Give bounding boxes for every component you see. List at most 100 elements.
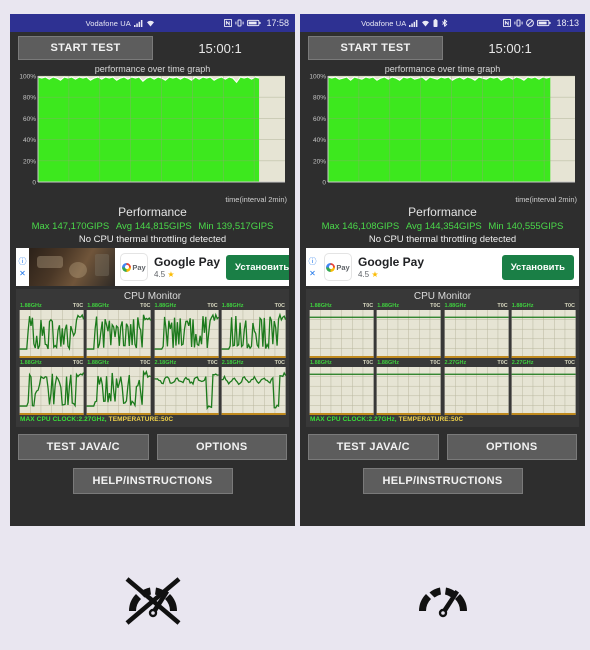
close-icon[interactable]: ✕ bbox=[309, 269, 316, 278]
throttling-note: No CPU thermal throttling detected bbox=[78, 234, 227, 245]
ad-badges: ⓘ ✕ bbox=[306, 248, 319, 286]
help-instructions-button[interactable]: HELP/INSTRUCTIONS bbox=[72, 468, 233, 494]
temperature-label: TEMPERATURE:50C bbox=[108, 416, 174, 423]
cpu-core-frequency: 1.88GHz bbox=[377, 360, 399, 366]
cpu-core-sparkline bbox=[221, 310, 286, 358]
wifi-icon bbox=[146, 19, 155, 27]
cpu-core-temperature: T0C bbox=[497, 360, 508, 366]
performance-graph: performance over time graph 0 20% 40% 60% 80… bbox=[306, 64, 579, 204]
ad-icon-label: Pay bbox=[132, 262, 146, 272]
cpu-core-7: 2.18GHz T0C bbox=[221, 360, 286, 415]
vibrate-icon bbox=[235, 19, 245, 27]
cpu-core-temperature: T0C bbox=[564, 360, 575, 366]
cpu-core-header: 1.88GHz T0C bbox=[309, 360, 374, 367]
cpu-core-frequency: 1.88GHz bbox=[511, 303, 534, 309]
graph-x-axis-label: time(interval 2min) bbox=[225, 195, 287, 204]
avg-gips-label: Avg 144,354GIPS bbox=[405, 221, 482, 232]
action-button-row: TEST JAVA/C OPTIONS bbox=[18, 434, 287, 460]
svg-text:80%: 80% bbox=[23, 95, 36, 102]
ad-rating: 4.5 ★ bbox=[154, 269, 220, 280]
options-button[interactable]: OPTIONS bbox=[156, 434, 287, 460]
info-icon[interactable]: ⓘ bbox=[19, 256, 27, 267]
star-icon: ★ bbox=[167, 269, 175, 279]
cpu-monitor-panel: CPU Monitor 1.88GHz T0C 1.88GHz T0C 1.88GHz T… bbox=[306, 289, 579, 427]
cpu-monitor-panel: CPU Monitor 1.88GHz T0C 1.88GHz T0C 1.88GHz T… bbox=[16, 289, 289, 427]
cpu-core-2: 1.88GHz T0C bbox=[444, 303, 509, 358]
ad-body[interactable]: Pay Google Pay 4.5 ★ Установить bbox=[115, 248, 289, 286]
cpu-monitor-footer: MAX CPU CLOCK:2.27GHz, TEMPERATURE:50C bbox=[19, 415, 286, 425]
graph-x-axis-label: time(interval 2min) bbox=[515, 195, 577, 204]
cpu-core-1: 1.88GHz T0C bbox=[376, 303, 441, 358]
cpu-core-temperature: T0C bbox=[207, 303, 218, 309]
cpu-core-sparkline bbox=[221, 367, 286, 415]
cpu-core-temperature: T0C bbox=[497, 303, 508, 309]
help-instructions-button[interactable]: HELP/INSTRUCTIONS bbox=[362, 468, 523, 494]
ad-rating: 4.5 ★ bbox=[358, 269, 496, 280]
battery-small-icon bbox=[433, 19, 438, 27]
max-cpu-clock-label: MAX CPU CLOCK:2.27GHz, bbox=[310, 416, 397, 423]
start-test-button[interactable]: START TEST bbox=[308, 36, 443, 60]
cpu-core-header: 2.18GHz T0C bbox=[221, 360, 286, 367]
cpu-core-sparkline bbox=[444, 310, 509, 358]
ad-thumbnail bbox=[29, 248, 115, 286]
status-bar-left: Vodafone UA bbox=[306, 19, 503, 28]
cpu-core-header: 2.18GHz T0C bbox=[154, 360, 219, 367]
cpu-core-0: 1.88GHz T0C bbox=[309, 303, 374, 358]
svg-text:80%: 80% bbox=[313, 95, 326, 102]
test-java-c-button[interactable]: TEST JAVA/C bbox=[18, 434, 149, 460]
cpu-core-frequency: 1.88GHz bbox=[20, 360, 42, 366]
cpu-core-temperature: T0C bbox=[72, 303, 84, 309]
cpu-core-header: 1.88GHz T0C bbox=[19, 360, 84, 367]
action-button-row: TEST JAVA/C OPTIONS bbox=[308, 434, 577, 460]
test-java-c-button[interactable]: TEST JAVA/C bbox=[308, 434, 439, 460]
ad-banner[interactable]: ⓘ ✕ Pay Google Pay 4.5 ★ Установить bbox=[306, 248, 579, 286]
cpu-core-grid: 1.88GHz T0C 1.88GHz T0C 1.88GHz T0C 1.88GHz T0C… bbox=[309, 303, 576, 415]
ad-badges: ⓘ ✕ bbox=[16, 248, 29, 286]
carrier-label: Vodafone UA bbox=[361, 18, 407, 28]
carrier-label: Vodafone UA bbox=[85, 18, 131, 28]
info-icon[interactable]: ⓘ bbox=[309, 256, 317, 267]
avg-gips-label: Avg 144,815GIPS bbox=[115, 221, 192, 232]
ad-text: Google Pay 4.5 ★ bbox=[154, 255, 220, 280]
cpu-core-header: 1.88GHz T0C bbox=[444, 303, 509, 310]
cpu-core-sparkline bbox=[511, 367, 576, 415]
cpu-core-header: 1.88GHz T0C bbox=[309, 303, 374, 310]
ad-icon-label: Pay bbox=[336, 262, 350, 272]
status-bar-right: 17:58 bbox=[224, 18, 289, 28]
cpu-core-header: 1.88GHz T0C bbox=[154, 303, 219, 310]
cpu-core-header: 1.88GHz T0C bbox=[511, 303, 576, 310]
ad-install-button[interactable]: Установить bbox=[226, 254, 289, 280]
performance-stats: Max 146,108GIPS Avg 144,354GIPS Min 140,… bbox=[300, 220, 585, 233]
cpu-core-temperature: T0C bbox=[362, 303, 374, 309]
close-icon[interactable]: ✕ bbox=[19, 269, 26, 278]
ad-body[interactable]: Pay Google Pay 4.5 ★ Установить bbox=[319, 248, 579, 286]
ad-banner[interactable]: ⓘ ✕ Pay Google Pay 4.5 ★ Установить bbox=[16, 248, 289, 286]
start-test-button[interactable]: START TEST bbox=[18, 36, 153, 60]
ad-title: Google Pay bbox=[358, 254, 425, 269]
cpu-core-frequency: 2.27GHz bbox=[444, 360, 467, 366]
vibrate-icon bbox=[514, 19, 524, 27]
cpu-core-frequency: 2.18GHz bbox=[221, 360, 244, 366]
temperature-label: TEMPERATURE:50C bbox=[398, 416, 464, 423]
signal-bars-icon bbox=[409, 19, 418, 27]
status-bar-right: 18:13 bbox=[503, 18, 579, 28]
help-button-row: HELP/INSTRUCTIONS bbox=[10, 468, 295, 494]
help-button-row: HELP/INSTRUCTIONS bbox=[300, 468, 585, 494]
cpu-core-temperature: T0C bbox=[72, 360, 84, 366]
nfc-icon bbox=[224, 19, 233, 27]
cpu-core-temperature: T0C bbox=[207, 360, 218, 366]
cpu-core-frequency: 1.88GHz bbox=[444, 303, 467, 309]
svg-text:60%: 60% bbox=[313, 116, 326, 123]
cpu-core-0: 1.88GHz T0C bbox=[19, 303, 85, 358]
performance-stats: Max 147,170GIPS Avg 144,815GIPS Min 139,… bbox=[10, 220, 295, 233]
cpu-core-frequency: 1.88GHz bbox=[377, 303, 399, 309]
ad-install-button[interactable]: Установить bbox=[501, 254, 574, 280]
cpu-core-header: 1.88GHz T0C bbox=[221, 303, 286, 310]
cpu-core-sparkline bbox=[309, 310, 374, 358]
throttling-note: No CPU thermal throttling detected bbox=[368, 234, 517, 245]
svg-text:20%: 20% bbox=[23, 158, 36, 165]
options-button[interactable]: OPTIONS bbox=[446, 434, 577, 460]
do-not-disturb-icon bbox=[526, 19, 535, 27]
cpu-core-1: 1.88GHz T0C bbox=[86, 303, 152, 358]
cpu-core-sparkline bbox=[154, 367, 219, 415]
